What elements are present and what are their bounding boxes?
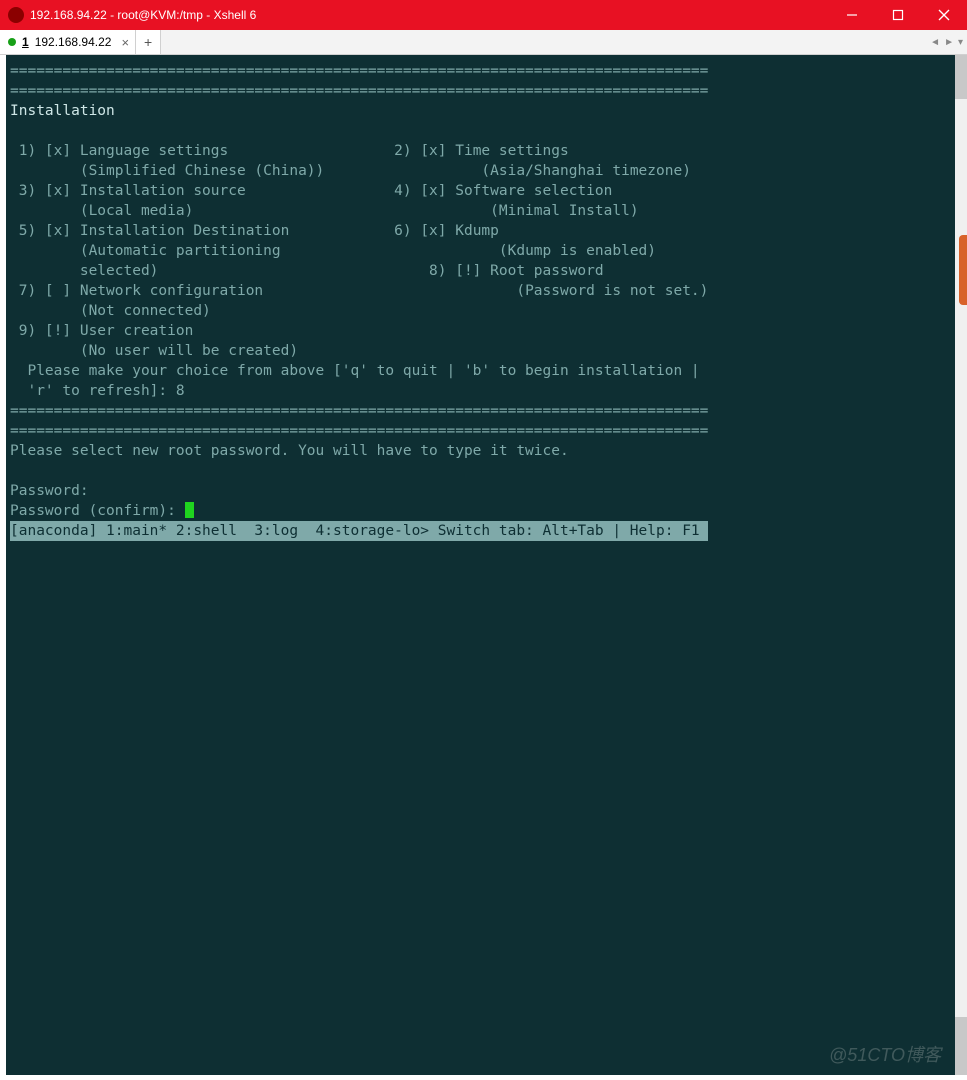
menu-item-7: 7) [ ] Network configuration [10, 283, 263, 299]
menu-item-9: 9) [!] User creation [10, 323, 193, 339]
window-title: 192.168.94.22 - root@KVM:/tmp - Xshell 6 [30, 8, 256, 22]
scroll-thumb-bottom[interactable] [955, 1017, 967, 1075]
window-titlebar: 192.168.94.22 - root@KVM:/tmp - Xshell 6 [0, 0, 967, 30]
menu-item-4-sub: (Minimal Install) [429, 203, 639, 219]
tab-overflow-controls: ◄ ► ▾ [926, 30, 967, 54]
maximize-button[interactable] [875, 0, 921, 30]
terminal-output: ========================================… [6, 55, 955, 541]
tab-menu-icon[interactable]: ▾ [958, 37, 963, 48]
new-tab-button[interactable]: + [136, 30, 161, 54]
password-instruction: Please select new root password. You wil… [10, 443, 569, 459]
divider-line: ========================================… [10, 83, 708, 99]
password-prompt: Password: [10, 483, 97, 499]
menu-item-5: 5) [x] Installation Destination [10, 223, 289, 239]
tab-label: 192.168.94.22 [35, 35, 112, 49]
session-tab[interactable]: 1 192.168.94.22 × [0, 30, 136, 54]
vertical-scrollbar[interactable] [955, 55, 967, 1075]
divider-line: ========================================… [10, 403, 708, 419]
menu-item-9-sub: (No user will be created) [10, 343, 298, 359]
close-icon [938, 9, 950, 21]
divider-line: ========================================… [10, 63, 708, 79]
menu-item-3-sub: (Local media) [10, 203, 193, 219]
menu-item-1: 1) [x] Language settings [10, 143, 228, 159]
close-button[interactable] [921, 0, 967, 30]
divider-line: ========================================… [10, 423, 708, 439]
maximize-icon [892, 9, 904, 21]
menu-item-5-sub: (Automatic partitioning [10, 243, 281, 259]
menu-item-3: 3) [x] Installation source [10, 183, 246, 199]
minimize-icon [846, 9, 858, 21]
menu-item-8: 8) [!] Root password [429, 263, 604, 279]
tmux-status-line: [anaconda] 1:main* 2:shell 3:log 4:stora… [10, 521, 708, 541]
tab-scroll-right-icon[interactable]: ► [944, 37, 954, 48]
tab-index: 1 [22, 35, 29, 49]
menu-item-6: 6) [x] Kdump [394, 223, 499, 239]
menu-item-4: 4) [x] Software selection [394, 183, 612, 199]
menu-item-5-sub2: selected) [10, 263, 158, 279]
menu-item-7-sub: (Not connected) [10, 303, 211, 319]
side-grip-icon[interactable] [959, 235, 967, 305]
watermark-text: @51CTO博客 [829, 1041, 941, 1067]
tab-scroll-left-icon[interactable]: ◄ [930, 37, 940, 48]
menu-item-2: 2) [x] Time settings [394, 143, 569, 159]
password-confirm-prompt: Password (confirm): [10, 503, 185, 519]
minimize-button[interactable] [829, 0, 875, 30]
section-header: Installation [10, 103, 115, 119]
cursor-icon [185, 502, 194, 518]
menu-item-1-sub: (Simplified Chinese (China)) [10, 163, 324, 179]
choice-prompt-line2: 'r' to refresh]: 8 [10, 383, 185, 399]
terminal[interactable]: ========================================… [6, 55, 955, 1075]
app-icon [8, 7, 24, 23]
menu-item-8-sub: (Password is not set.) [455, 283, 708, 299]
tab-bar: 1 192.168.94.22 × + ◄ ► ▾ [0, 30, 967, 55]
menu-item-2-sub: (Asia/Shanghai timezone) [420, 163, 691, 179]
scroll-thumb-top[interactable] [955, 55, 967, 99]
tab-close-icon[interactable]: × [121, 35, 129, 50]
menu-item-6-sub: (Kdump is enabled) [438, 243, 656, 259]
choice-prompt-line1: Please make your choice from above ['q' … [10, 363, 700, 379]
status-dot-icon [8, 38, 16, 46]
terminal-container: ========================================… [0, 55, 967, 1080]
